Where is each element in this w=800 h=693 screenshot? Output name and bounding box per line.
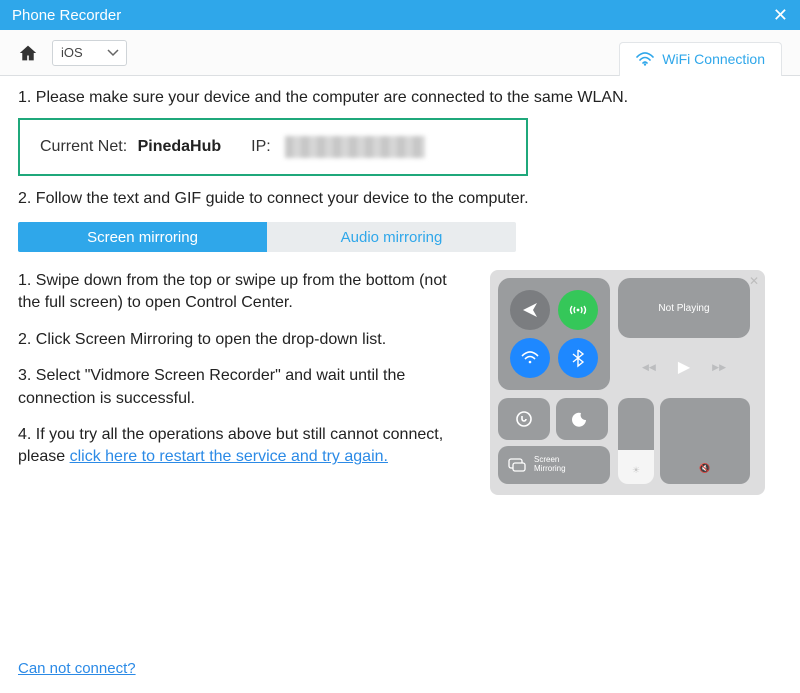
wifi-connection-button[interactable]: WiFi Connection: [619, 42, 782, 76]
cellular-icon: [558, 290, 598, 330]
next-track-icon: ▶▶: [712, 362, 726, 373]
mute-icon: 🔇: [699, 463, 710, 474]
connectivity-panel: [498, 278, 610, 390]
restart-service-link[interactable]: click here to restart the service and tr…: [70, 448, 388, 465]
net-value: PinedaHub: [138, 138, 222, 155]
net-label: Current Net:: [40, 138, 127, 155]
screen-mirroring-tile: Screen Mirroring: [498, 446, 610, 484]
guide-4: 4. If you try all the operations above b…: [18, 424, 466, 469]
platform-value: iOS: [61, 45, 83, 60]
chevron-down-icon: [108, 50, 118, 56]
wifi-toggle-icon: [510, 338, 550, 378]
home-icon[interactable]: [18, 44, 38, 62]
content: 1. Please make sure your device and the …: [0, 76, 800, 693]
guide-1: 1. Swipe down from the top or swipe up f…: [18, 270, 466, 315]
mirroring-tabs: Screen mirroring Audio mirroring: [18, 222, 516, 252]
instructions: 1. Swipe down from the top or swipe up f…: [18, 270, 466, 495]
ip-label: IP:: [251, 138, 271, 156]
app-title: Phone Recorder: [12, 7, 121, 24]
network-info-box: Current Net: PinedaHub IP:: [18, 118, 528, 176]
step-2: 2. Follow the text and GIF guide to conn…: [18, 190, 782, 208]
airplane-icon: [510, 290, 550, 330]
play-icon: ▶: [678, 357, 690, 377]
now-playing-panel: Not Playing: [618, 278, 750, 338]
screen-mirroring-label: Screen Mirroring: [534, 456, 566, 474]
step-1: 1. Please make sure your device and the …: [18, 89, 782, 107]
wifi-icon: [636, 52, 654, 66]
tab-screen-mirroring[interactable]: Screen mirroring: [18, 222, 267, 252]
ip-value-blurred: [285, 136, 425, 158]
brightness-slider: ☀: [618, 398, 654, 484]
title-bar: Phone Recorder ✕: [0, 0, 800, 30]
volume-slider: 🔇: [660, 398, 750, 484]
cannot-connect-link[interactable]: Can not connect?: [18, 660, 136, 677]
preview-close-icon: ✕: [749, 274, 759, 288]
toolbar: iOS WiFi Connection: [0, 30, 800, 76]
guide-3: 3. Select "Vidmore Screen Recorder" and …: [18, 365, 466, 410]
tab-audio-mirroring[interactable]: Audio mirroring: [267, 222, 516, 252]
orientation-lock-icon: [498, 398, 550, 440]
prev-track-icon: ◀◀: [642, 362, 656, 373]
screen-mirroring-icon: [508, 458, 526, 472]
platform-select[interactable]: iOS: [52, 40, 127, 66]
do-not-disturb-icon: [556, 398, 608, 440]
guide-2: 2. Click Screen Mirroring to open the dr…: [18, 329, 466, 351]
bluetooth-icon: [558, 338, 598, 378]
control-center-preview: ✕ Not Playing ◀◀ ▶ ▶▶ Screen Mirro: [490, 270, 765, 495]
brightness-icon: ☀: [632, 465, 640, 476]
media-controls: ◀◀ ▶ ▶▶: [618, 344, 750, 390]
wifi-label: WiFi Connection: [662, 51, 765, 67]
close-icon[interactable]: ✕: [773, 5, 788, 26]
